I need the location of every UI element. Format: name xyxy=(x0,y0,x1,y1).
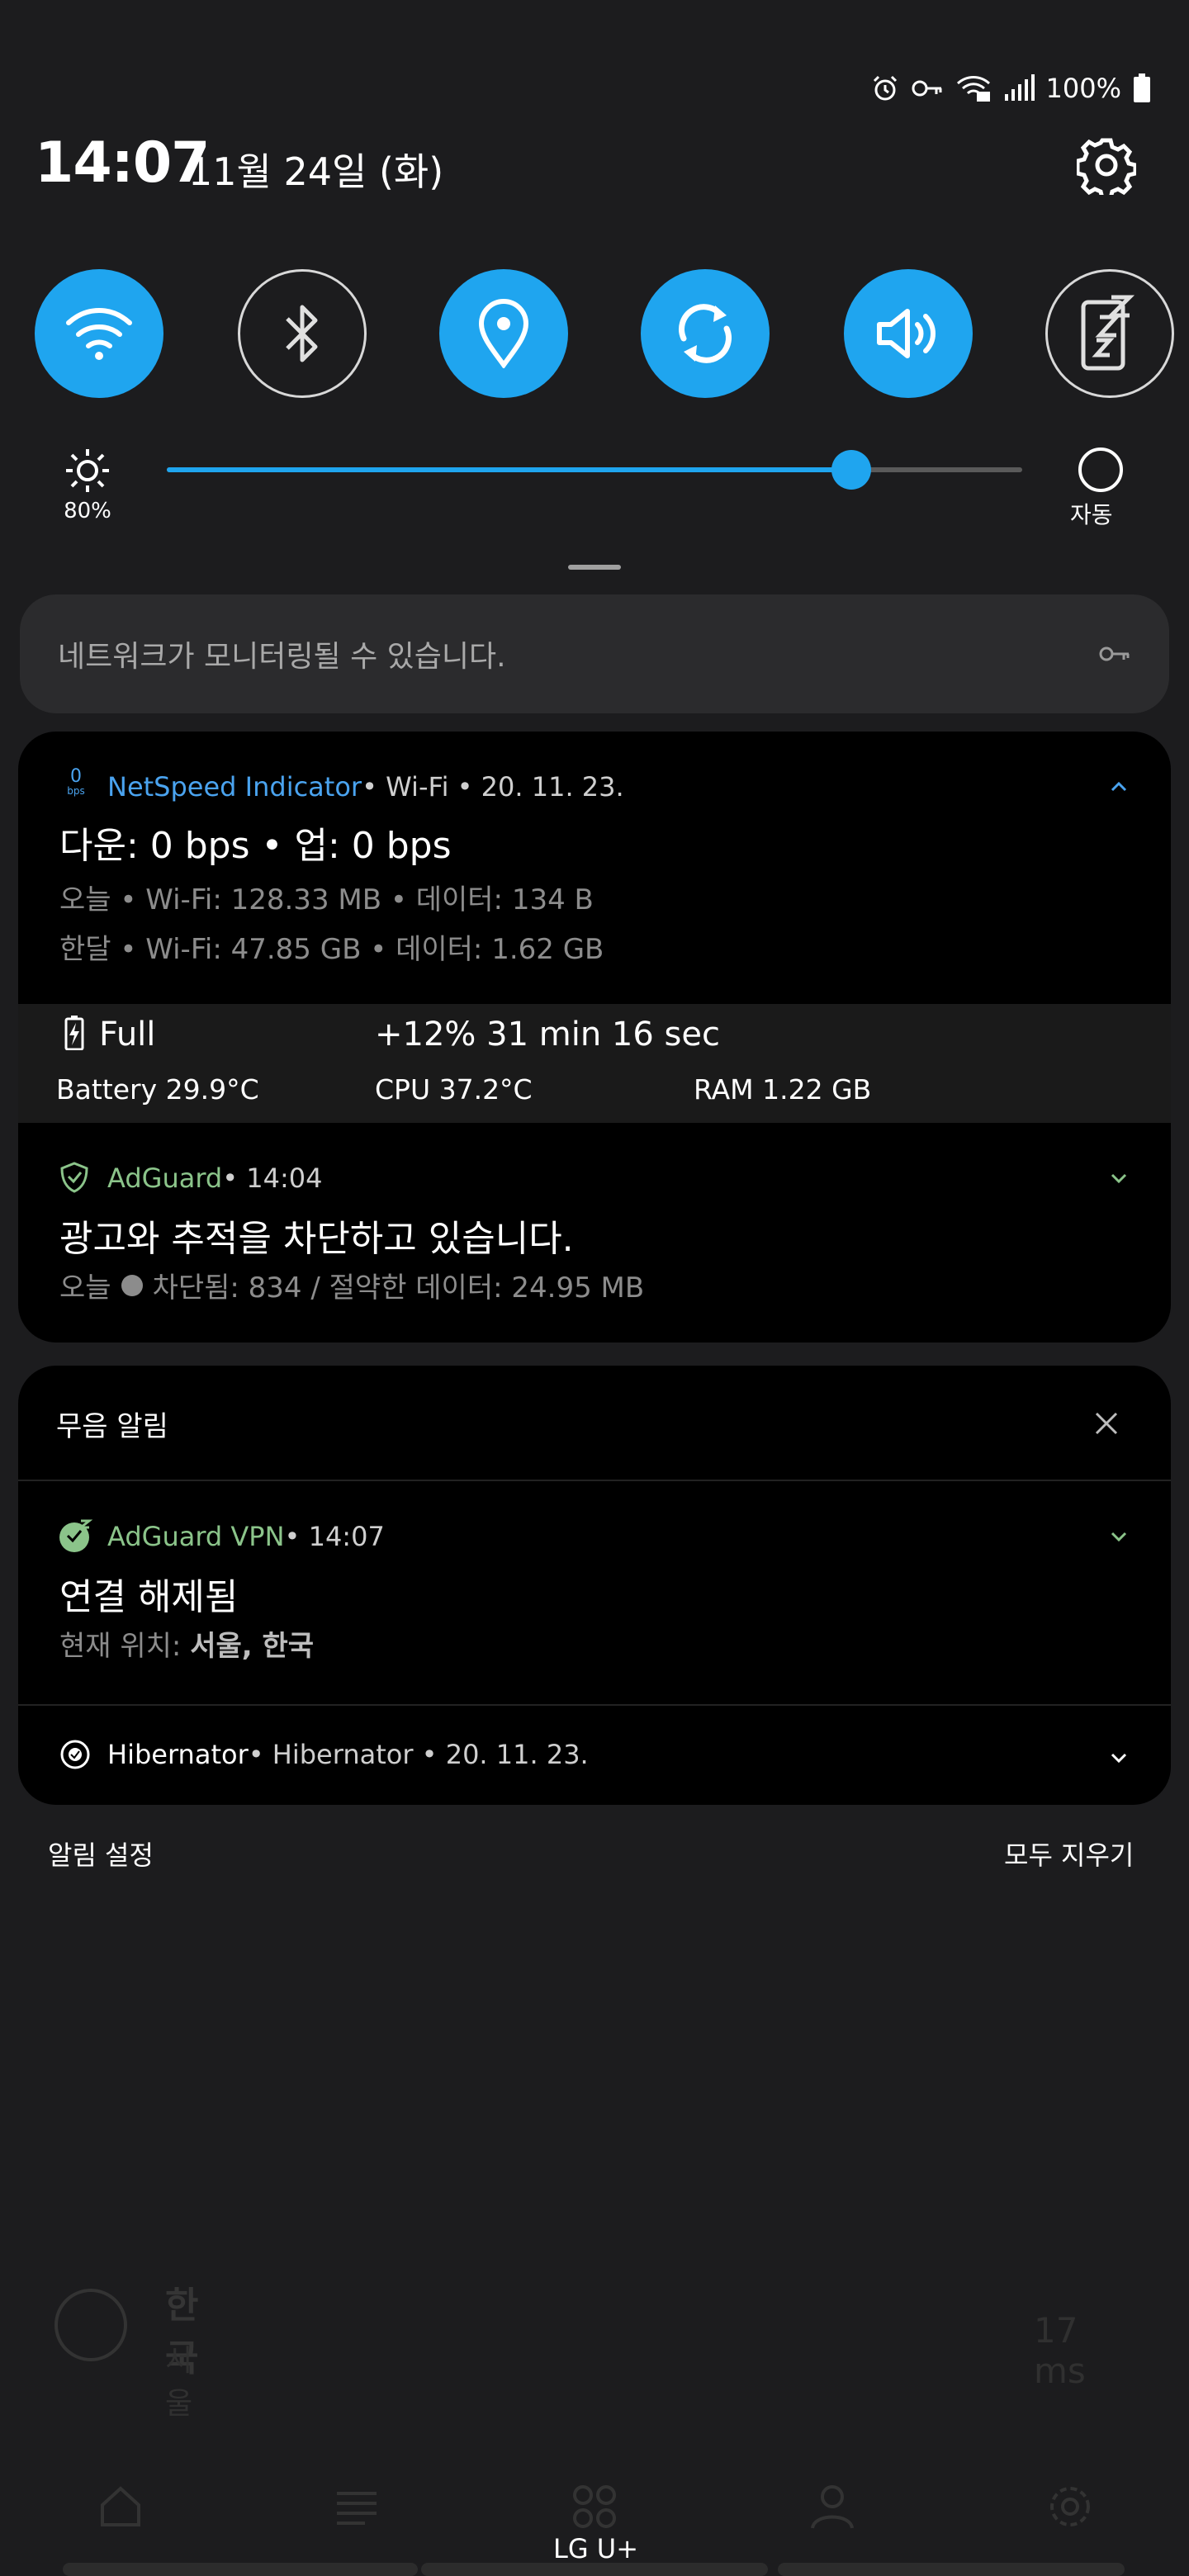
netspeed-month: 한달 • Wi-Fi: 47.85 GB • 데이터: 1.62 GB xyxy=(59,933,604,966)
clear-all-button[interactable]: 모두 지우기 xyxy=(1004,1835,1134,1873)
netspeed-title: 다운: 0 bps • 업: 0 bps xyxy=(59,825,452,867)
panel-drag-handle[interactable] xyxy=(568,565,621,570)
battery-widget[interactable]: Full +12% 31 min 16 sec Battery 29.9°C C… xyxy=(18,1004,1171,1123)
vpn-app-name: AdGuard VPN xyxy=(107,1521,285,1552)
vpn-location-label: 현재 위치: xyxy=(59,1630,191,1663)
date: 11월 24일 (화) xyxy=(188,149,444,194)
vpn-location-value: 서울, 한국 xyxy=(190,1630,315,1663)
wifi-toggle-icon xyxy=(66,308,132,360)
battery-temp: Battery 29.9°C xyxy=(56,1073,259,1106)
hibernator-app-name: Hibernator xyxy=(107,1739,249,1770)
apps-nav-icon xyxy=(573,2485,616,2528)
adguard-shield-icon xyxy=(60,1162,88,1193)
divider xyxy=(18,1480,1171,1481)
sound-toggle[interactable] xyxy=(844,269,973,398)
sync-icon xyxy=(679,304,732,363)
notification-settings-button[interactable]: 알림 설정 xyxy=(48,1835,154,1873)
netspeed-icon-unit: bps xyxy=(67,785,85,797)
bg-pill-1 xyxy=(63,2563,418,2576)
ram-usage: RAM 1.22 GB xyxy=(694,1073,872,1106)
wifi-toggle[interactable] xyxy=(35,269,163,398)
bg-pill-2 xyxy=(421,2563,768,2576)
clock: 14:07 xyxy=(35,130,210,196)
chevron-down-icon[interactable] xyxy=(1106,1745,1131,1770)
settings-gear-icon[interactable] xyxy=(1077,135,1136,195)
silent-header: 무음 알림 xyxy=(56,1410,168,1443)
hibernator-meta: • Hibernator • 20. 11. 23. xyxy=(248,1739,589,1770)
signal-icon xyxy=(1004,74,1035,101)
adguard-meta: • 14:04 xyxy=(222,1163,323,1194)
adguard-blocked: 차단됨: 834 / 절약한 데이터: 24.95 MB xyxy=(152,1271,645,1305)
netspeed-today: 오늘 • Wi-Fi: 128.33 MB • 데이터: 134 B xyxy=(59,883,594,916)
netspeed-meta: • Wi-Fi • 20. 11. 23. xyxy=(362,771,624,803)
profile-nav-icon xyxy=(811,2485,854,2529)
monitor-text: 네트워크가 모니터링될 수 있습니다. xyxy=(58,640,506,674)
battery-percent: 100% xyxy=(1045,73,1121,104)
bg-pill-3 xyxy=(778,2563,1125,2576)
settings-nav-icon xyxy=(1050,2487,1090,2526)
dnd-toggle[interactable] xyxy=(1045,269,1174,398)
vpn-location: 현재 위치: 서울, 한국 xyxy=(59,1623,314,1664)
battery-icon xyxy=(1134,73,1150,102)
vpn-key-icon xyxy=(912,80,942,97)
bg-latency: 17 ms xyxy=(1034,2310,1086,2391)
adguard-title: 광고와 추적을 차단하고 있습니다. xyxy=(59,1218,574,1260)
vpn-key-icon xyxy=(1099,646,1130,661)
adguard-today: 오늘 xyxy=(59,1271,111,1305)
list-nav-icon xyxy=(337,2492,377,2525)
hibernator-icon xyxy=(60,1740,90,1769)
vpn-meta: • 14:07 xyxy=(284,1521,385,1552)
auto-brightness-label: 자동 xyxy=(1070,501,1113,528)
network-monitor-banner[interactable]: 네트워크가 모니터링될 수 있습니다. xyxy=(20,594,1169,713)
bluetooth-icon xyxy=(286,305,318,362)
cpu-temp: CPU 37.2°C xyxy=(375,1073,533,1106)
flag-icon xyxy=(54,2289,127,2361)
notification-card-main: 0 bps NetSpeed Indicator • Wi-Fi • 20. 1… xyxy=(18,732,1171,1342)
location-toggle[interactable] xyxy=(439,269,568,398)
sync-toggle[interactable] xyxy=(641,269,770,398)
divider xyxy=(18,1704,1171,1706)
brightness-slider[interactable] xyxy=(167,450,1022,490)
auto-brightness-toggle[interactable] xyxy=(1078,447,1123,492)
netspeed-app-icon: 0 bps xyxy=(64,766,88,797)
dnd-phone-zz-icon xyxy=(1081,295,1135,371)
bluetooth-toggle[interactable] xyxy=(238,269,367,398)
close-icon[interactable] xyxy=(1092,1409,1121,1438)
adguard-app-name: AdGuard xyxy=(107,1163,223,1194)
netspeed-app-name: NetSpeed Indicator xyxy=(107,771,362,803)
brightness-fill xyxy=(167,467,851,472)
battery-charging-icon xyxy=(64,1016,84,1050)
chevron-down-icon[interactable] xyxy=(1106,1166,1131,1191)
bg-city: 서울 xyxy=(165,2344,193,2421)
netspeed-icon-value: 0 xyxy=(70,766,82,787)
brightness-thumb[interactable] xyxy=(831,450,871,490)
alarm-icon xyxy=(873,75,897,101)
home-nav-icon xyxy=(101,2486,140,2526)
wifi-icon xyxy=(956,76,990,102)
status-bar: 100% xyxy=(871,73,1151,104)
battery-change: +12% 31 min 16 sec xyxy=(375,1016,720,1054)
battery-status: Full xyxy=(99,1016,156,1054)
carrier-label: LG U+ xyxy=(553,2533,639,2564)
dot-icon xyxy=(121,1274,143,1296)
vpn-title: 연결 해제됨 xyxy=(59,1576,239,1618)
brightness-sun-icon xyxy=(66,449,109,492)
chevron-down-icon[interactable] xyxy=(1106,1524,1131,1549)
chevron-up-icon[interactable] xyxy=(1106,774,1131,799)
location-pin-icon xyxy=(478,299,529,368)
speaker-icon xyxy=(877,309,936,358)
adguard-stats: 오늘 차단됨: 834 / 절약한 데이터: 24.95 MB xyxy=(59,1265,644,1305)
adguard-vpn-icon xyxy=(59,1519,92,1552)
silent-notifications-card: 무음 알림 AdGuard VPN • 14:07 연결 해제됨 현재 위치: … xyxy=(18,1366,1171,1805)
brightness-level: 80% xyxy=(64,499,111,523)
